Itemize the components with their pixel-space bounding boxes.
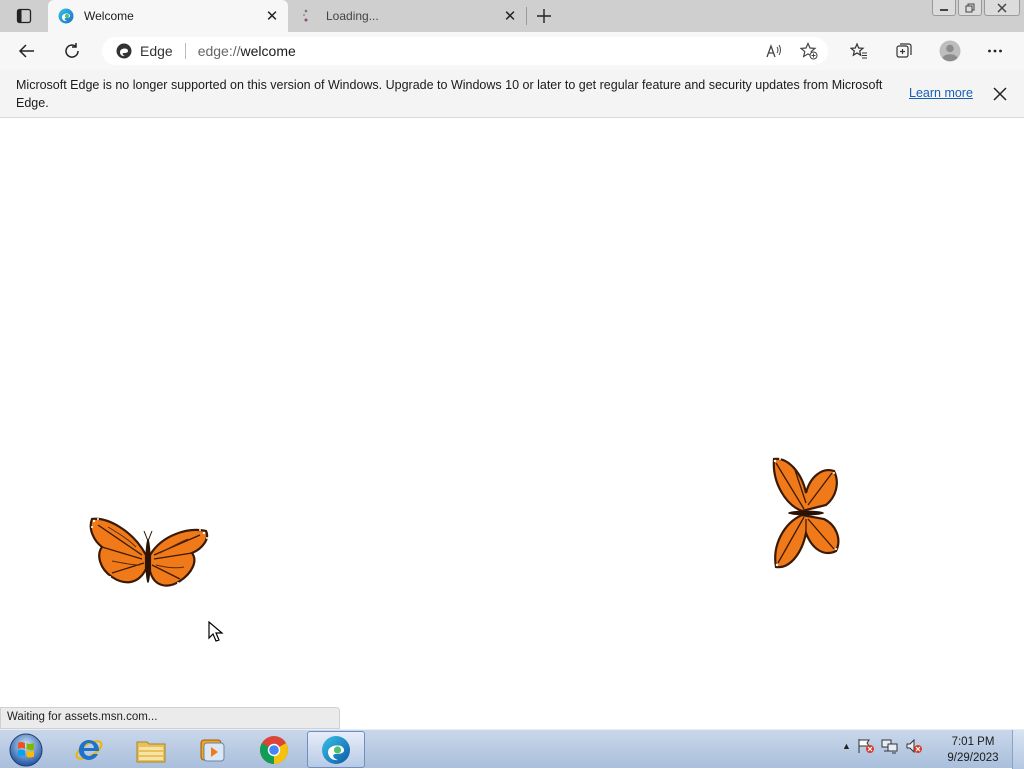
refresh-icon xyxy=(65,43,79,58)
refresh-button[interactable] xyxy=(58,37,86,65)
url-text[interactable]: edge://welcome xyxy=(198,43,296,59)
favorites-icon xyxy=(850,42,867,59)
close-icon xyxy=(993,87,1007,101)
profile-button[interactable] xyxy=(936,37,964,65)
avatar xyxy=(939,40,961,62)
tab-title: Loading... xyxy=(326,9,379,23)
close-icon xyxy=(997,2,1007,13)
back-arrow-icon xyxy=(18,44,34,58)
volume-muted-icon[interactable] xyxy=(905,738,923,754)
infobar-close-button[interactable] xyxy=(990,84,1010,104)
edge-icon xyxy=(322,735,350,764)
page-content xyxy=(0,119,1024,729)
tab-strip: Welcome ✕ Loading... ✕ xyxy=(0,0,1024,32)
star-add-icon xyxy=(800,42,818,60)
show-desktop-button[interactable] xyxy=(1012,730,1024,769)
media-player-icon xyxy=(200,739,225,761)
site-label: Edge xyxy=(140,43,173,59)
more-options-icon xyxy=(988,49,1002,53)
taskbar-file-explorer[interactable] xyxy=(122,731,180,768)
tab-close-button[interactable]: ✕ xyxy=(500,6,520,26)
file-explorer-icon xyxy=(136,741,166,762)
window-controls xyxy=(932,0,1020,18)
chrome-icon xyxy=(260,735,288,764)
read-aloud-button[interactable] xyxy=(764,41,784,61)
tab-close-button[interactable]: ✕ xyxy=(262,6,282,26)
system-clock[interactable]: 7:01 PM 9/29/2023 xyxy=(940,734,1006,766)
add-favorite-button[interactable] xyxy=(799,41,819,61)
minimize-button[interactable] xyxy=(932,0,956,16)
show-hidden-icons-button[interactable]: ▲ xyxy=(842,741,851,751)
url-path: welcome xyxy=(240,43,296,59)
taskbar-edge[interactable] xyxy=(307,731,365,768)
unsupported-os-infobar: Microsoft Edge is no longer supported on… xyxy=(0,70,1024,118)
tab-actions-button[interactable] xyxy=(8,6,40,26)
windows-taskbar: ▲ 7:01 PM 9/29/2023 xyxy=(0,729,1024,769)
clock-date: 9/29/2023 xyxy=(947,752,999,764)
plus-icon xyxy=(537,9,551,23)
restore-button[interactable] xyxy=(958,0,982,16)
clock-time: 7:01 PM xyxy=(951,736,995,748)
tab-loading[interactable]: Loading... ✕ xyxy=(290,0,526,32)
butterfly-image xyxy=(771,457,840,569)
new-tab-button[interactable] xyxy=(532,4,556,28)
start-button[interactable] xyxy=(6,731,46,769)
action-center-flag-icon[interactable] xyxy=(857,738,875,754)
internet-explorer-icon xyxy=(75,739,103,760)
edge-icon xyxy=(116,43,132,59)
network-icon[interactable] xyxy=(881,738,899,754)
restore-icon xyxy=(965,3,975,12)
collections-button[interactable] xyxy=(890,37,918,65)
taskbar-chrome[interactable] xyxy=(245,731,303,768)
settings-more-button[interactable] xyxy=(981,37,1009,65)
windows-start-orb-icon xyxy=(9,733,43,767)
edge-icon xyxy=(58,8,74,24)
taskbar-media-player[interactable] xyxy=(183,731,241,768)
read-aloud-icon xyxy=(766,44,781,58)
browser-toolbar: Edge edge://welcome xyxy=(0,32,1024,70)
status-bar: Waiting for assets.msn.com... xyxy=(0,707,340,729)
address-separator xyxy=(184,43,186,59)
infobar-message: Microsoft Edge is no longer supported on… xyxy=(16,78,883,110)
tab-separator xyxy=(526,7,527,25)
minimize-icon xyxy=(940,8,948,11)
back-button[interactable] xyxy=(13,37,41,65)
tab-welcome[interactable]: Welcome ✕ xyxy=(48,0,288,32)
mouse-cursor-icon xyxy=(208,621,224,642)
taskbar-internet-explorer[interactable] xyxy=(60,731,118,768)
tab-title: Welcome xyxy=(84,9,134,23)
tab-actions-icon xyxy=(16,8,32,24)
butterfly-image xyxy=(89,517,209,587)
system-tray: ▲ xyxy=(842,738,923,754)
collections-icon xyxy=(896,43,912,58)
loading-spinner-icon xyxy=(300,8,316,24)
favorites-button[interactable] xyxy=(845,37,873,65)
url-scheme: edge:// xyxy=(197,43,241,59)
learn-more-link[interactable]: Learn more xyxy=(909,86,973,100)
site-identity[interactable]: Edge xyxy=(116,43,173,59)
close-window-button[interactable] xyxy=(984,0,1020,16)
address-bar[interactable]: Edge edge://welcome xyxy=(102,37,828,65)
